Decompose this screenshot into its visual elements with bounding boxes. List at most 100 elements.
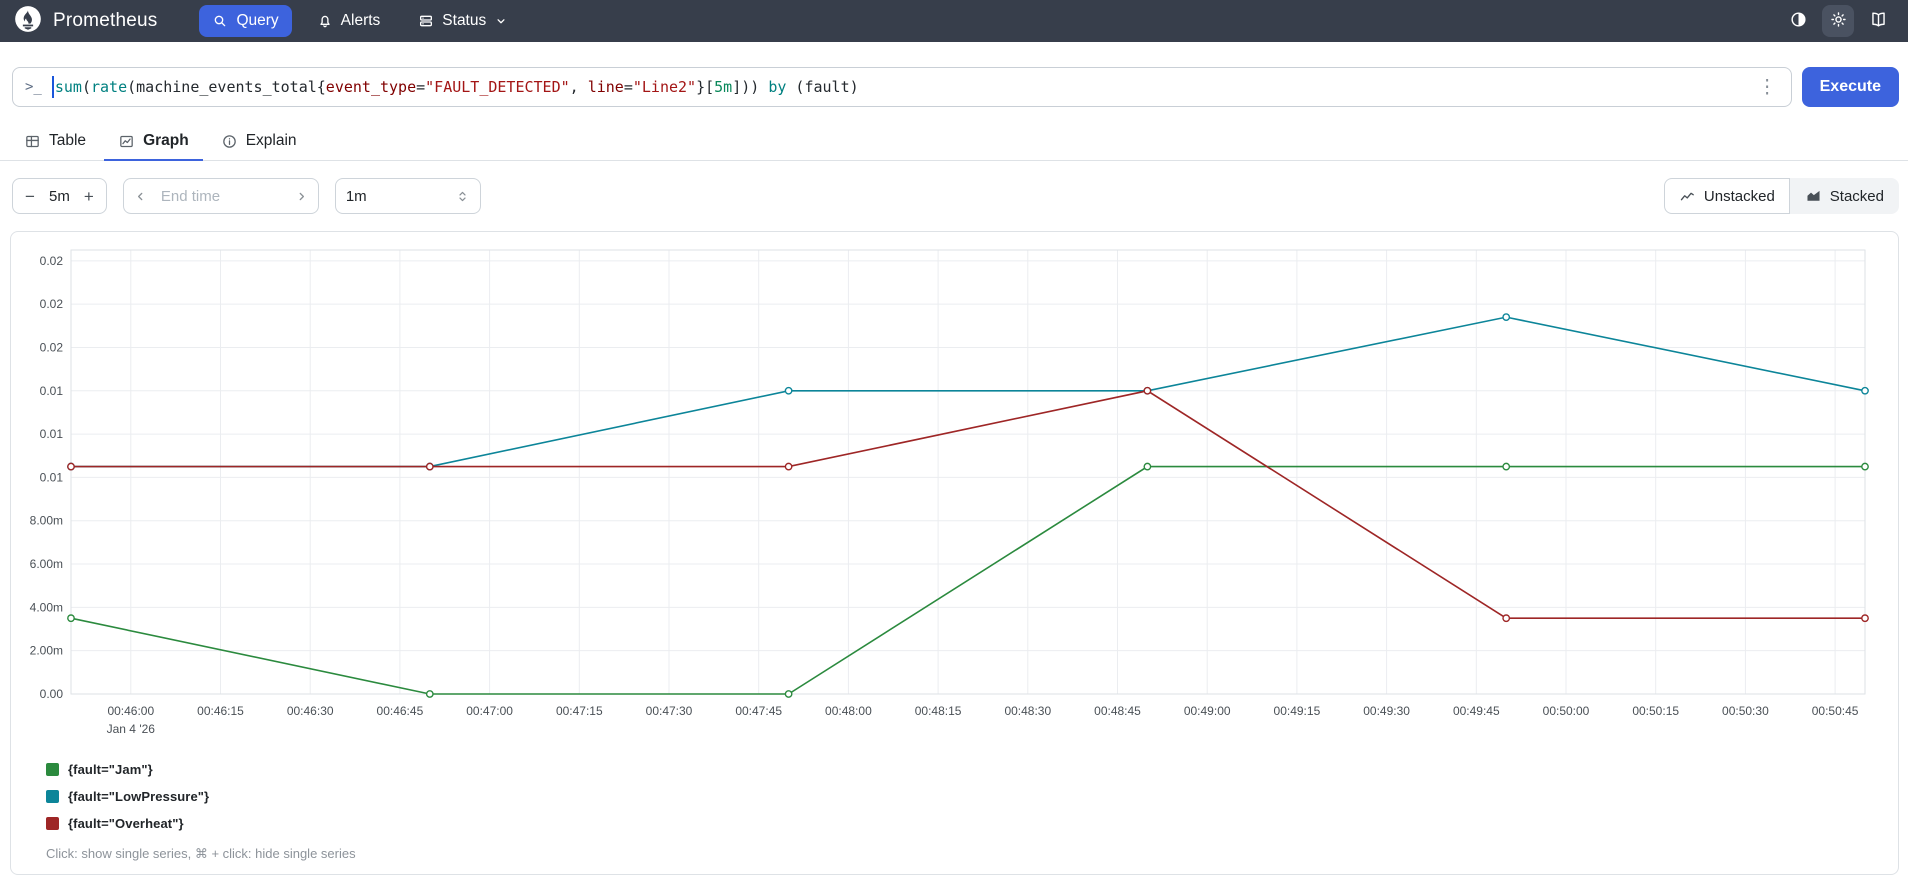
svg-text:00:50:15: 00:50:15 xyxy=(1632,704,1679,718)
svg-text:0.01: 0.01 xyxy=(40,384,64,398)
nav-status-label: Status xyxy=(442,12,487,29)
query-input[interactable]: >_ sum(rate(machine_events_total{event_t… xyxy=(12,67,1792,107)
prometheus-logo-icon xyxy=(14,5,42,38)
legend-swatch xyxy=(46,790,59,803)
legend-swatch xyxy=(46,763,59,776)
stacking-toggle: Unstacked Stacked xyxy=(1663,178,1899,214)
svg-text:0.01: 0.01 xyxy=(40,470,64,484)
end-time-picker xyxy=(122,178,319,214)
chevron-down-icon xyxy=(494,14,508,28)
tab-table-label: Table xyxy=(49,132,87,149)
svg-text:0.01: 0.01 xyxy=(40,427,64,441)
query-row: >_ sum(rate(machine_events_total{event_t… xyxy=(12,67,1899,107)
svg-text:00:48:00: 00:48:00 xyxy=(825,704,872,718)
stacked-button[interactable]: Stacked xyxy=(1789,178,1899,214)
legend-label: {fault="Overheat"} xyxy=(68,816,184,831)
text-caret xyxy=(51,76,54,98)
chart-svg[interactable]: 0.00 2.00m 4.00m 6.00m 8.00m 0.01 0.01 0.01 0.02… xyxy=(25,242,1884,742)
svg-text:Jan 4 '26: Jan 4 '26 xyxy=(107,722,156,736)
svg-text:00:46:30: 00:46:30 xyxy=(287,704,334,718)
query-tokens: sum(rate(machine_events_total{event_type… xyxy=(54,78,859,96)
search-icon xyxy=(212,13,228,29)
legend-hint: Click: show single series, ⌘ + click: hi… xyxy=(46,846,356,861)
brand-title: Prometheus xyxy=(53,10,158,31)
svg-text:00:47:15: 00:47:15 xyxy=(556,704,603,718)
svg-text:00:46:15: 00:46:15 xyxy=(197,704,244,718)
range-value[interactable]: 5m xyxy=(44,188,75,205)
svg-text:2.00m: 2.00m xyxy=(30,644,63,658)
bell-icon xyxy=(317,13,333,29)
svg-text:0.00: 0.00 xyxy=(40,687,64,701)
resolution-select[interactable]: 1m xyxy=(334,178,481,214)
chart-legend: {fault="Jam"} {fault="LowPressure"} {fault… xyxy=(46,762,1884,831)
svg-text:00:46:00: 00:46:00 xyxy=(107,704,154,718)
stacked-label: Stacked xyxy=(1829,187,1884,205)
settings-button[interactable] xyxy=(1822,5,1854,37)
execute-button[interactable]: Execute xyxy=(1801,67,1899,107)
nav-alerts-label: Alerts xyxy=(340,12,381,29)
svg-text:00:50:30: 00:50:30 xyxy=(1722,704,1769,718)
range-decrease-button[interactable]: − xyxy=(18,182,42,210)
nav-query[interactable]: Query xyxy=(199,5,292,37)
legend-item[interactable]: {fault="LowPressure"} xyxy=(46,789,1884,804)
chevron-right-icon[interactable] xyxy=(294,189,309,204)
unstacked-label: Unstacked xyxy=(1703,187,1775,205)
nav-alerts[interactable]: Alerts xyxy=(304,5,394,37)
svg-text:4.00m: 4.00m xyxy=(30,600,63,614)
svg-text:00:50:45: 00:50:45 xyxy=(1812,704,1859,718)
nav-status[interactable]: Status xyxy=(405,5,521,37)
selector-icon xyxy=(455,189,470,204)
range-selector: − 5m + xyxy=(12,178,107,214)
brand[interactable]: Prometheus xyxy=(14,5,157,38)
table-icon xyxy=(24,133,41,150)
contrast-icon xyxy=(1789,10,1808,32)
svg-text:0.02: 0.02 xyxy=(40,297,64,311)
area-chart-icon xyxy=(1805,188,1822,205)
view-tabs: Table Graph Explain xyxy=(0,123,1908,161)
legend-label: {fault="LowPressure"} xyxy=(68,789,210,804)
graph-controls: − 5m + 1m Unstacked Stacked xyxy=(12,178,1899,214)
svg-text:6.00m: 6.00m xyxy=(30,557,63,571)
navbar-actions xyxy=(1782,5,1894,37)
svg-text:00:48:45: 00:48:45 xyxy=(1094,704,1141,718)
theme-toggle-button[interactable] xyxy=(1782,5,1814,37)
server-icon xyxy=(418,13,434,29)
legend-label: {fault="Jam"} xyxy=(68,762,153,777)
svg-text:0.02: 0.02 xyxy=(40,340,64,354)
svg-text:00:48:30: 00:48:30 xyxy=(1004,704,1051,718)
line-chart-icon xyxy=(1679,188,1696,205)
svg-text:0.02: 0.02 xyxy=(40,254,64,268)
unstacked-button[interactable]: Unstacked xyxy=(1663,178,1790,214)
legend-item[interactable]: {fault="Jam"} xyxy=(46,762,1884,777)
legend-swatch xyxy=(46,817,59,830)
gear-icon xyxy=(1829,10,1848,32)
tab-explain[interactable]: Explain xyxy=(207,123,311,161)
graph-panel: 0.00 2.00m 4.00m 6.00m 8.00m 0.01 0.01 0.01 0.02… xyxy=(10,231,1899,875)
legend-item[interactable]: {fault="Overheat"} xyxy=(46,816,1884,831)
navbar: Prometheus Query Alerts Status xyxy=(0,0,1908,42)
terminal-prompt-icon: >_ xyxy=(25,79,42,95)
svg-text:00:47:30: 00:47:30 xyxy=(646,704,693,718)
book-icon xyxy=(1869,10,1888,32)
chevron-left-icon[interactable] xyxy=(133,189,148,204)
tab-graph[interactable]: Graph xyxy=(104,123,203,161)
tab-table[interactable]: Table xyxy=(10,123,100,161)
query-expression[interactable]: sum(rate(machine_events_total{event_type… xyxy=(51,76,1746,98)
svg-text:00:49:45: 00:49:45 xyxy=(1453,704,1500,718)
tab-explain-label: Explain xyxy=(245,132,297,149)
svg-text:8.00m: 8.00m xyxy=(30,514,63,528)
docs-button[interactable] xyxy=(1862,5,1894,37)
info-circle-icon xyxy=(221,133,238,150)
tab-graph-label: Graph xyxy=(143,132,189,149)
resolution-value: 1m xyxy=(345,187,367,205)
svg-text:00:49:00: 00:49:00 xyxy=(1184,704,1231,718)
svg-text:00:47:00: 00:47:00 xyxy=(466,704,513,718)
main-nav: Query Alerts Status xyxy=(199,5,1782,37)
svg-text:00:47:45: 00:47:45 xyxy=(735,704,782,718)
svg-text:00:48:15: 00:48:15 xyxy=(915,704,962,718)
range-increase-button[interactable]: + xyxy=(77,182,101,210)
kebab-menu-icon[interactable]: ⋮ xyxy=(1756,78,1779,97)
graph-icon xyxy=(118,133,135,150)
nav-query-label: Query xyxy=(236,12,279,29)
end-time-input[interactable] xyxy=(160,187,281,205)
